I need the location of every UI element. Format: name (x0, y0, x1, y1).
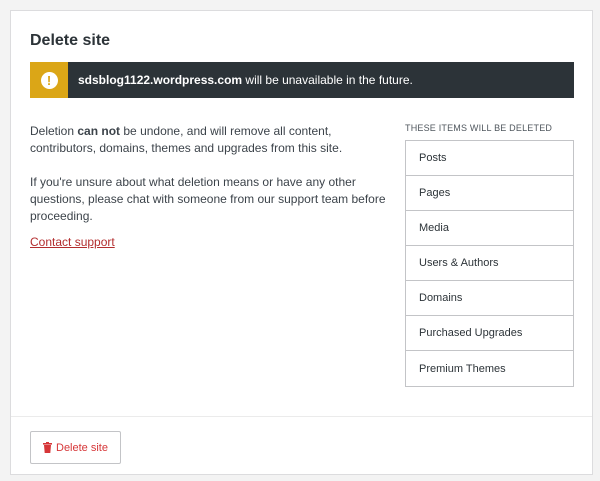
list-item: Posts (406, 141, 573, 176)
list-item: Media (406, 211, 573, 246)
notice-domain: sdsblog1122.wordpress.com (78, 73, 243, 87)
deletion-warning-paragraph: Deletion can not be undone, and will rem… (30, 123, 392, 157)
support-paragraph: If you're unsure about what deletion mea… (30, 175, 386, 223)
page-title: Delete site (30, 32, 111, 49)
list-item: Purchased Upgrades (406, 316, 573, 351)
items-header: THESE ITEMS WILL BE DELETED (405, 123, 553, 133)
deletion-description: Deletion can not be undone, and will rem… (30, 123, 392, 225)
delete-site-button[interactable]: Delete site (30, 431, 121, 464)
notice-icon-box: ! (30, 62, 68, 98)
card-footer: Delete site (11, 416, 592, 474)
notice-message: will be unavailable in the future. (242, 73, 413, 87)
deleted-items-list: Posts Pages Media Users & Authors Domains Pur… (405, 140, 574, 387)
list-item: Pages (406, 176, 573, 211)
warning-text-bold: can not (77, 124, 121, 138)
delete-site-card: Delete site ! sdsblog1122.wordpress.com … (10, 10, 593, 475)
notice-text: sdsblog1122.wordpress.com will be unavai… (78, 73, 413, 87)
trash-icon (43, 442, 52, 453)
list-item: Domains (406, 281, 573, 316)
contact-support-link[interactable]: Contact support (30, 235, 115, 249)
list-item: Users & Authors (406, 246, 573, 281)
warning-notice: ! sdsblog1122.wordpress.com will be unav… (30, 62, 574, 98)
list-item: Premium Themes (419, 362, 506, 375)
warning-text-start: Deletion (30, 124, 78, 138)
delete-site-label: Delete site (56, 441, 108, 454)
warning-icon: ! (40, 71, 58, 89)
